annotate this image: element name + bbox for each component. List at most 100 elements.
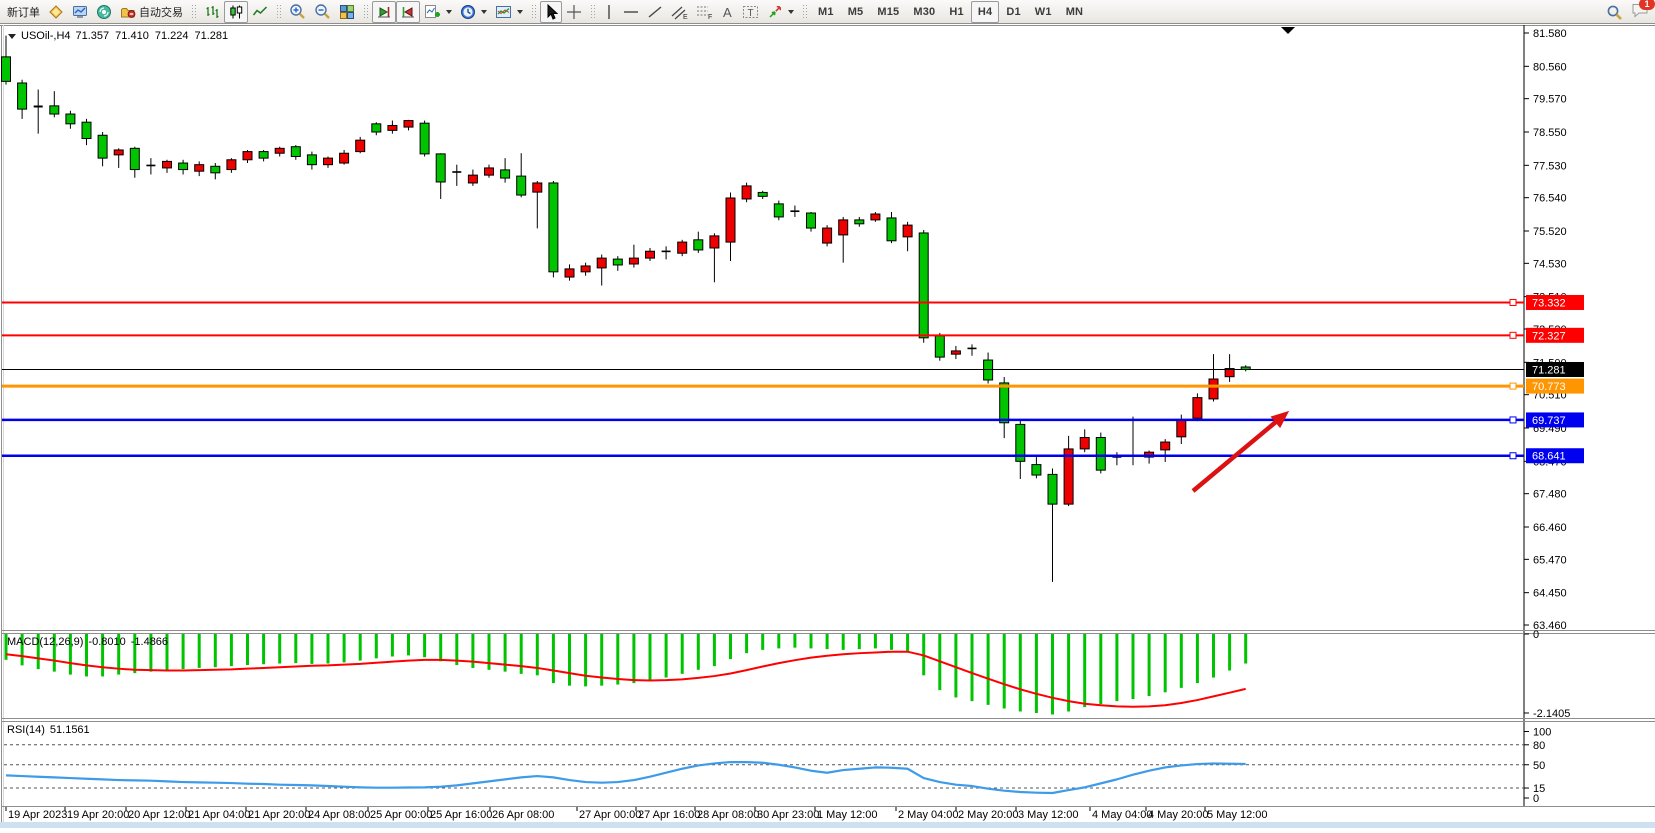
candle-body xyxy=(404,121,413,128)
chart-canvas[interactable]: 81.58080.56079.57078.55077.53076.54075.5… xyxy=(0,0,1655,828)
templates-button[interactable] xyxy=(491,1,527,23)
timeframe-button-mn[interactable]: MN xyxy=(1059,1,1091,23)
candle-body xyxy=(855,220,864,224)
indicators-button[interactable] xyxy=(420,1,456,23)
market-window-button[interactable] xyxy=(68,1,92,23)
zoom-in-button[interactable] xyxy=(285,1,310,23)
candle-body xyxy=(291,147,300,157)
candle-body xyxy=(130,148,139,169)
time-tick-label[interactable]: 20 Apr 12:00 xyxy=(128,809,190,821)
time-tick-label[interactable]: 24 Apr 08:00 xyxy=(308,809,370,821)
zoom-out-button[interactable] xyxy=(310,1,335,23)
candle-body xyxy=(839,220,848,235)
time-tick-label[interactable]: 30 Apr 23:00 xyxy=(757,809,819,821)
candle-body xyxy=(984,360,993,380)
time-tick-label[interactable]: 21 Apr 20:00 xyxy=(248,809,310,821)
time-tick-label[interactable]: 4 May 04:00 xyxy=(1092,809,1153,821)
price-tick-label: 79.570 xyxy=(1533,94,1567,106)
line-objects: 73.33272.32770.77369.73768.64171.281 xyxy=(2,295,1584,463)
doji-body xyxy=(146,165,155,167)
toolbar-separator xyxy=(191,4,196,19)
tile-windows-button[interactable] xyxy=(335,1,359,23)
time-tick-label[interactable]: 27 Apr 00:00 xyxy=(579,809,641,821)
channel-tool-button[interactable]: E xyxy=(667,1,692,23)
trendline-tool-button[interactable] xyxy=(643,1,667,23)
new-order-button[interactable]: 新订单 xyxy=(3,1,44,23)
rsi-tick-label: 100 xyxy=(1533,727,1551,739)
time-tick-label[interactable]: 28 Apr 08:00 xyxy=(697,809,759,821)
time-tick-label[interactable]: 26 Apr 08:00 xyxy=(492,809,554,821)
time-tick-label[interactable]: 2 May 20:00 xyxy=(958,809,1019,821)
line-handle[interactable] xyxy=(1510,332,1516,338)
symbol-period: USOil-,H4 xyxy=(21,30,71,42)
notifications-button[interactable]: 1 xyxy=(1631,2,1649,23)
equidistant-channel-icon: E xyxy=(671,4,688,20)
vertical-line-tool-button[interactable] xyxy=(599,1,619,23)
candle-body xyxy=(259,152,268,159)
time-tick-label[interactable]: 4 May 20:00 xyxy=(1148,809,1209,821)
text-tool-button[interactable]: A xyxy=(717,1,738,23)
signals-button[interactable] xyxy=(92,1,116,23)
candle-body xyxy=(436,154,445,182)
candle-body xyxy=(98,135,107,158)
candle-body xyxy=(646,251,655,258)
timeframe-button-h1[interactable]: H1 xyxy=(942,1,970,23)
macd-signal-line xyxy=(6,652,1246,707)
autotrading-button[interactable]: 自动交易 xyxy=(116,1,187,23)
candle-body xyxy=(581,266,590,272)
candle-body xyxy=(565,269,574,277)
chevron-down-icon xyxy=(517,10,523,14)
timeframe-button-m5[interactable]: M5 xyxy=(841,1,871,23)
candle-body xyxy=(758,192,767,196)
price-line-label-text: 71.281 xyxy=(1532,364,1566,376)
time-tick-label[interactable]: 19 Apr 2023 xyxy=(8,809,67,821)
auto-scroll-button[interactable] xyxy=(372,1,396,23)
bar-chart-icon xyxy=(204,4,220,20)
label-tool-button[interactable]: T xyxy=(738,1,763,23)
price-tick-label: 78.550 xyxy=(1533,127,1567,139)
timeframe-button-w1[interactable]: W1 xyxy=(1028,1,1059,23)
timeframes-menu-button[interactable] xyxy=(456,1,491,23)
time-tick-label[interactable]: 25 Apr 00:00 xyxy=(370,809,432,821)
line-handle[interactable] xyxy=(1510,383,1516,389)
time-tick-label[interactable]: 21 Apr 04:00 xyxy=(188,809,250,821)
line-handle[interactable] xyxy=(1510,453,1516,459)
toolbar-separator xyxy=(531,4,536,19)
timeframe-button-h4[interactable]: H4 xyxy=(971,1,999,23)
crosshair-tool-button[interactable] xyxy=(562,1,586,23)
chart-shift-icon xyxy=(400,4,416,20)
zoom-in-icon xyxy=(289,3,306,20)
timeframe-button-d1[interactable]: D1 xyxy=(999,1,1027,23)
timeframe-button-m15[interactable]: M15 xyxy=(870,1,906,23)
candlestick-mode-button[interactable] xyxy=(224,1,248,23)
timeframe-button-m30[interactable]: M30 xyxy=(906,1,942,23)
time-tick-label[interactable]: 5 May 12:00 xyxy=(1207,809,1268,821)
chart-top-marker-icon xyxy=(1281,27,1295,34)
candle-body xyxy=(726,198,735,242)
cursor-tool-button[interactable] xyxy=(540,1,562,23)
candle-body xyxy=(1096,437,1105,470)
time-tick-label[interactable]: 1 May 12:00 xyxy=(817,809,878,821)
time-tick-label[interactable]: 25 Apr 16:00 xyxy=(430,809,492,821)
arrows-tool-button[interactable] xyxy=(763,1,798,23)
high-value: 71.410 xyxy=(115,30,149,42)
arrow-object[interactable] xyxy=(1193,411,1289,491)
candle-body xyxy=(114,150,123,155)
gem-icon-button[interactable] xyxy=(44,1,68,23)
time-tick-label[interactable]: 2 May 04:00 xyxy=(898,809,959,821)
chart-shift-button[interactable] xyxy=(396,1,420,23)
line-handle[interactable] xyxy=(1510,417,1516,423)
bar-chart-mode-button[interactable] xyxy=(200,1,224,23)
line-handle[interactable] xyxy=(1510,299,1516,305)
timeframe-button-m1[interactable]: M1 xyxy=(811,1,841,23)
candle-body xyxy=(1209,379,1218,399)
svg-text:T: T xyxy=(748,8,754,19)
time-tick-label[interactable]: 27 Apr 16:00 xyxy=(638,809,700,821)
time-tick-label[interactable]: 3 May 12:00 xyxy=(1018,809,1079,821)
line-chart-mode-button[interactable] xyxy=(248,1,272,23)
time-tick-label[interactable]: 19 Apr 20:00 xyxy=(67,809,129,821)
search-icon[interactable] xyxy=(1606,4,1623,21)
fibonacci-tool-button[interactable]: F xyxy=(692,1,717,23)
horizontal-line-tool-button[interactable] xyxy=(619,1,643,23)
symbol-dropdown-icon[interactable] xyxy=(8,34,16,39)
